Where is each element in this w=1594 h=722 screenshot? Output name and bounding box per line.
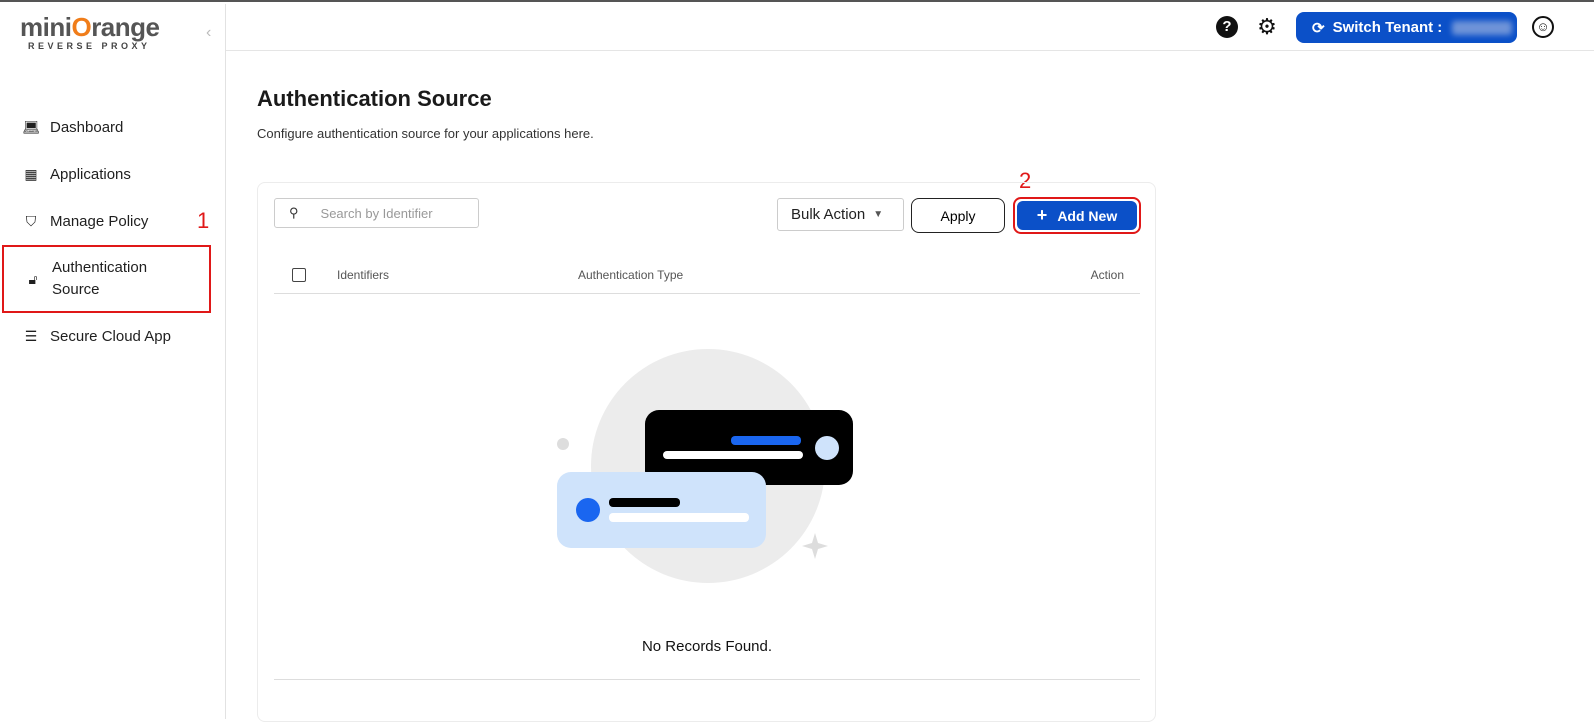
- apply-button[interactable]: Apply: [911, 198, 1005, 233]
- lock-icon: 🔓︎: [28, 270, 38, 287]
- no-records-text: No Records Found.: [641, 638, 773, 655]
- sidebar-item-label: Manage Policy: [50, 213, 149, 230]
- caret-down-icon: ▼: [873, 209, 884, 220]
- sync-icon: ⟳: [1312, 19, 1325, 37]
- add-new-button[interactable]: + Add New: [1013, 197, 1141, 234]
- column-authentication-type: Authentication Type: [578, 268, 684, 282]
- divider: [274, 679, 1140, 680]
- logo-subtitle: REVERSE PROXY: [28, 41, 151, 51]
- search-input[interactable]: ⚲ Search by Identifier: [274, 198, 479, 228]
- sidebar-item-applications[interactable]: ▦ Applications: [0, 151, 226, 198]
- topbar: ? ⚙ ⟳ Switch Tenant : ☺: [226, 4, 1594, 51]
- logo: miniOrange REVERSE PROXY: [20, 12, 160, 51]
- sidebar-item-authentication-source[interactable]: 🔓︎ Authentication Source: [2, 245, 211, 313]
- sidebar-item-dashboard[interactable]: 💻︎ Dashboard: [0, 104, 226, 151]
- help-icon[interactable]: ?: [1216, 16, 1238, 38]
- sidebar-item-label: Authentication Source: [52, 259, 148, 298]
- empty-state-illustration: [557, 349, 853, 583]
- bulk-action-select[interactable]: Bulk Action ▼: [777, 198, 904, 231]
- switch-tenant-button[interactable]: ⟳ Switch Tenant :: [1296, 12, 1517, 43]
- shield-icon: ⛉: [25, 213, 37, 229]
- list-icon: ☰: [24, 328, 38, 344]
- sidebar-item-secure-cloud-app[interactable]: ☰ Secure Cloud App: [0, 313, 226, 360]
- user-profile-icon[interactable]: ☺: [1532, 16, 1554, 38]
- annotation-step-1: 1: [197, 208, 210, 233]
- sidebar-item-manage-policy[interactable]: ⛉ Manage Policy: [0, 198, 226, 245]
- sidebar: miniOrange REVERSE PROXY ‹ 💻︎ Dashboard ▦…: [0, 4, 226, 719]
- sidebar-item-label: Applications: [50, 166, 131, 183]
- laptop-icon: 💻︎: [22, 119, 40, 135]
- sidebar-item-label: Dashboard: [50, 119, 124, 136]
- gear-icon[interactable]: ⚙: [1256, 16, 1278, 38]
- tenant-name-redacted: [1452, 20, 1513, 35]
- switch-tenant-label: Switch Tenant :: [1332, 19, 1443, 36]
- logo-text-2: range: [91, 12, 160, 42]
- search-placeholder: Search by Identifier: [320, 205, 433, 221]
- column-action: Action: [1090, 268, 1124, 282]
- bulk-action-label: Bulk Action: [791, 206, 866, 223]
- column-identifiers: Identifiers: [337, 268, 390, 282]
- sidebar-item-label: Secure Cloud App: [50, 328, 171, 345]
- page-title: Authentication Source: [257, 86, 492, 111]
- collapse-sidebar-icon[interactable]: ‹: [206, 24, 211, 42]
- page-subtitle: Configure authentication source for your…: [257, 126, 594, 141]
- logo-o: O: [71, 12, 92, 42]
- search-icon: ⚲: [289, 205, 299, 220]
- table-header: Identifiers Authentication Type Action: [274, 256, 1140, 294]
- select-all-checkbox[interactable]: [292, 268, 306, 282]
- add-new-label: Add New: [1057, 207, 1118, 224]
- plus-icon: +: [1036, 205, 1048, 225]
- auth-source-card: ⚲ Search by Identifier Bulk Action ▼ Apply…: [257, 182, 1156, 722]
- logo-text: mini: [20, 12, 72, 42]
- grid-icon: ▦: [24, 166, 38, 182]
